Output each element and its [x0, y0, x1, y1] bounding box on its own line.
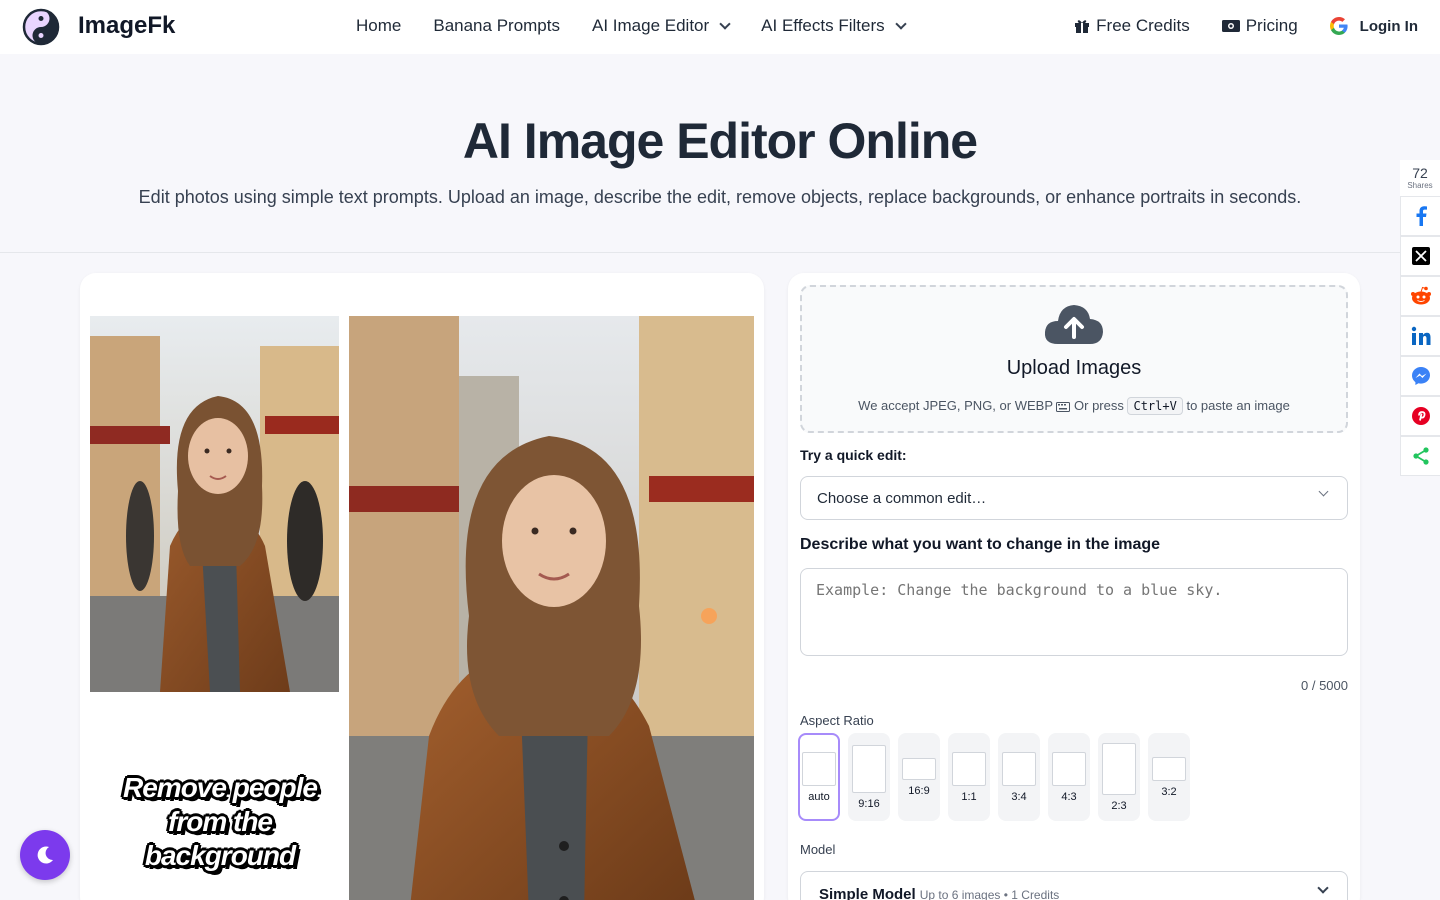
share-count-label: Shares [1407, 181, 1433, 190]
aspect-option-1-1[interactable]: 1:1 [948, 733, 990, 821]
upload-or-text: Or press [1074, 398, 1124, 413]
aspect-preview-shape [1102, 742, 1136, 795]
example-before-image [90, 316, 339, 692]
nav-banana-prompts-link[interactable]: Banana Prompts [433, 16, 560, 36]
char-counter: 0 / 5000 [1301, 678, 1348, 693]
aspect-preview-shape [1002, 751, 1036, 786]
brand-name[interactable]: ImageFk [78, 12, 175, 40]
pricing-link[interactable]: Pricing [1221, 16, 1298, 36]
nav-ai-effects-filters-label: AI Effects Filters [761, 16, 885, 35]
chevron-down-icon [719, 18, 731, 30]
moon-icon [37, 846, 53, 864]
facebook-icon [1416, 206, 1427, 226]
reddit-icon [1410, 286, 1431, 305]
upload-formats-text: We accept JPEG, PNG, or WEBP [858, 398, 1053, 413]
share-count: 72 Shares [1400, 160, 1440, 196]
share-more-button[interactable] [1400, 436, 1440, 476]
messenger-icon [1411, 367, 1430, 385]
page-title: AI Image Editor Online [462, 113, 978, 169]
aspect-option-16-9[interactable]: 16:9 [898, 733, 940, 821]
x-twitter-icon [1411, 247, 1430, 265]
aspect-ratio-label: Aspect Ratio [800, 713, 874, 728]
main-menu: Home Banana Prompts AI Image Editor AI E… [356, 16, 907, 36]
aspect-option-label: 4:3 [1061, 790, 1077, 803]
upload-paste-text: to paste an image [1186, 398, 1290, 413]
upload-hint: We accept JPEG, PNG, or WEBP Or press Ct… [802, 397, 1346, 415]
hero-section: AI Image Editor Online Edit photos using… [0, 54, 1440, 253]
aspect-option-4-3[interactable]: 4:3 [1048, 733, 1090, 821]
aspect-option-9-16[interactable]: 9:16 [848, 733, 890, 821]
aspect-option-label: 3:4 [1011, 790, 1027, 803]
quick-edit-label: Try a quick edit: [800, 447, 907, 463]
page-subtitle: Edit photos using simple text prompts. U… [138, 187, 1302, 207]
model-label: Model [800, 842, 836, 857]
keyboard-icon [1056, 401, 1071, 412]
share-sidebar: 72 Shares [1400, 160, 1440, 476]
share-linkedin-button[interactable] [1400, 316, 1440, 356]
aspect-preview-shape [952, 751, 986, 786]
gift-icon [1075, 20, 1090, 33]
aspect-ratio-options: auto 9:16 16:9 1:1 3:4 4:3 2:3 3:2 [798, 733, 1190, 821]
share-count-number: 72 [1412, 165, 1428, 181]
google-icon [1329, 17, 1348, 35]
model-select[interactable]: Simple Model Up to 6 images • 1 Credits [800, 871, 1348, 900]
prompt-textarea[interactable] [800, 568, 1348, 656]
aspect-option-auto[interactable]: auto [798, 733, 840, 821]
model-detail: Up to 6 images • 1 Credits [919, 888, 1060, 900]
aspect-option-label: 1:1 [961, 790, 977, 803]
free-credits-link[interactable]: Free Credits [1074, 16, 1190, 36]
aspect-preview-shape [1052, 751, 1086, 786]
aspect-option-label: 3:2 [1161, 785, 1177, 798]
google-login-button[interactable]: Login In [1329, 17, 1418, 35]
linkedin-icon [1411, 326, 1430, 345]
share-pinterest-button[interactable] [1400, 396, 1440, 436]
quick-edit-value: Choose a common edit… [817, 490, 987, 507]
quick-edit-select[interactable]: Choose a common edit… [800, 476, 1348, 520]
login-label: Login In [1359, 17, 1418, 35]
chevron-down-icon [1318, 486, 1329, 497]
nav-ai-effects-filters-menu[interactable]: AI Effects Filters [761, 16, 907, 36]
nav-ai-image-editor-menu[interactable]: AI Image Editor [592, 16, 731, 36]
aspect-preview-shape [852, 744, 886, 793]
chevron-down-icon [1317, 882, 1329, 894]
pinterest-icon [1411, 407, 1430, 425]
top-navbar: ImageFk Home Banana Prompts AI Image Edi… [0, 0, 1440, 54]
aspect-option-label: 9:16 [858, 797, 880, 810]
example-after-image [349, 316, 754, 900]
nav-ai-image-editor-label: AI Image Editor [592, 16, 710, 35]
yin-yang-logo-icon[interactable] [22, 8, 60, 46]
share-facebook-button[interactable] [1400, 196, 1440, 236]
share-reddit-button[interactable] [1400, 276, 1440, 316]
prompt-label: Describe what you want to change in the … [800, 536, 1161, 553]
upload-title: Upload Images [1006, 357, 1142, 379]
example-caption-line1: Remove people [123, 772, 318, 803]
nav-actions: Free Credits Pricing Login In [1074, 16, 1418, 36]
chevron-down-icon [894, 18, 907, 30]
upload-dropzone[interactable]: Upload Images We accept JPEG, PNG, or WE… [800, 285, 1348, 433]
dark-mode-toggle[interactable] [20, 830, 70, 880]
aspect-preview-shape [802, 751, 836, 786]
aspect-option-label: auto [808, 790, 830, 803]
free-credits-label: Free Credits [1096, 16, 1190, 35]
editor-panel: Upload Images We accept JPEG, PNG, or WE… [788, 273, 1360, 900]
example-card: Remove people from the background [80, 273, 764, 900]
aspect-option-3-2[interactable]: 3:2 [1148, 733, 1190, 821]
money-icon [1221, 20, 1240, 32]
pricing-label: Pricing [1245, 16, 1298, 35]
example-caption: Remove people from the background [90, 771, 350, 873]
aspect-option-label: 16:9 [908, 784, 930, 797]
paste-shortcut-key: Ctrl+V [1127, 397, 1183, 415]
example-caption-line2: from the background [144, 806, 296, 871]
aspect-option-3-4[interactable]: 3:4 [998, 733, 1040, 821]
aspect-option-label: 2:3 [1111, 799, 1127, 812]
aspect-option-2-3[interactable]: 2:3 [1098, 733, 1140, 821]
share-icon [1412, 447, 1429, 465]
aspect-preview-shape [1152, 756, 1186, 781]
nav-home-link[interactable]: Home [356, 16, 401, 36]
share-messenger-button[interactable] [1400, 356, 1440, 396]
aspect-preview-shape [902, 757, 936, 780]
cloud-upload-icon [1044, 305, 1103, 344]
share-x-button[interactable] [1400, 236, 1440, 276]
model-name: Simple Model [819, 886, 916, 900]
